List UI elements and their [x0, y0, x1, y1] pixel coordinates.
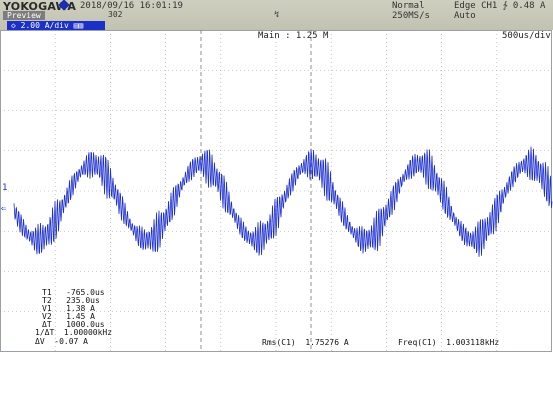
- frequency-measurement: Freq(C1) 1.003118kHz: [398, 338, 500, 347]
- record-number: 302: [108, 10, 123, 19]
- cursor-inverse-delta-t: 1/ΔT 1.00000kHz: [35, 328, 113, 337]
- trigger-position-icon: ↯: [274, 10, 280, 20]
- timebase-readout: 500us/div: [502, 31, 551, 41]
- date-time: 2018/09/16 16:01:19: [80, 1, 183, 11]
- channel-scale-tag[interactable]: ◇ 2.00 A/div ▤▥: [7, 21, 105, 30]
- preview-badge[interactable]: Preview: [3, 11, 45, 20]
- ground-marker-icon: 1: [2, 183, 7, 193]
- acquisition-mode: Normal: [392, 1, 425, 11]
- status-bar: YOKOGAWA 2018/09/16 16:01:19 Preview 302…: [0, 0, 553, 30]
- cursor-delta-v: ΔV -0.07 A: [35, 337, 88, 346]
- sample-rate: 250MS/s: [392, 11, 430, 21]
- trigger-setting: Edge CH1 ∱ 0.48 A: [454, 1, 546, 11]
- trigger-level-icon: ⇐: [1, 204, 7, 214]
- rms-measurement: Rms(C1) 1.75276 A: [262, 338, 349, 347]
- trigger-mode: Auto: [454, 11, 476, 21]
- footer-area: [0, 354, 553, 413]
- main-record-length: Main : 1.25 M: [258, 31, 329, 41]
- channel1-trace: [13, 146, 553, 257]
